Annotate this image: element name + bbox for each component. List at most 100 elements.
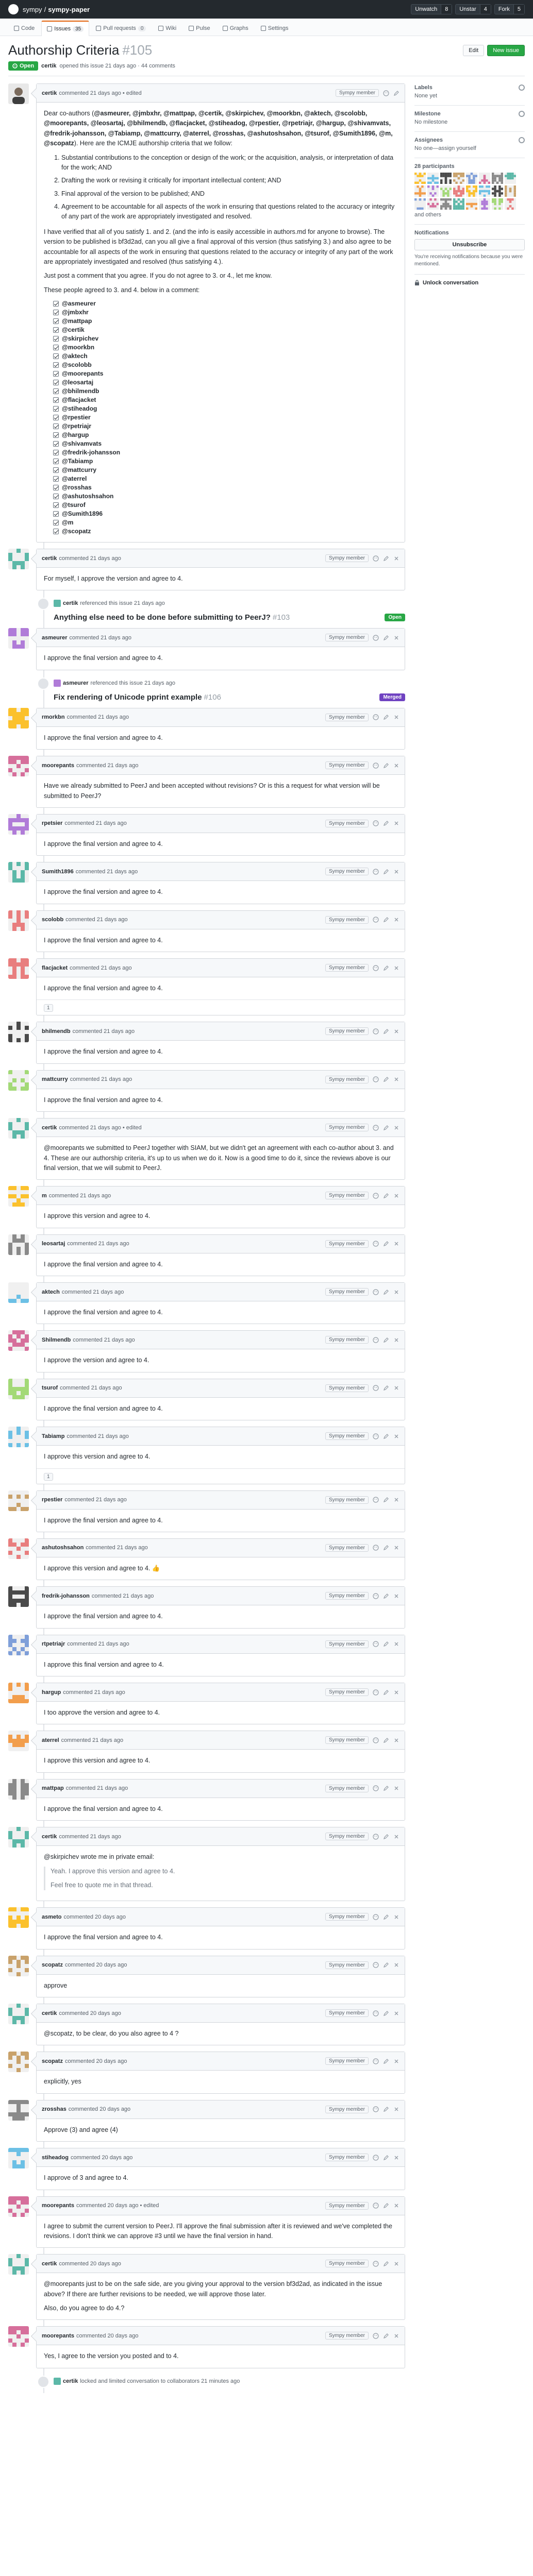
comment-author[interactable]: rtpetriajr xyxy=(42,1641,65,1647)
avatar[interactable] xyxy=(8,814,29,835)
assignees-gear-icon[interactable] xyxy=(519,137,525,143)
avatar[interactable] xyxy=(8,1778,29,1800)
edit-pencil-icon[interactable] xyxy=(383,1593,389,1599)
checkbox-checked[interactable] xyxy=(53,397,59,403)
checkbox-checked[interactable] xyxy=(53,405,59,412)
delete-x-icon[interactable] xyxy=(393,1962,399,1968)
edit-pencil-icon[interactable] xyxy=(383,2202,389,2209)
comment-author[interactable]: hargup xyxy=(42,1689,61,1696)
edit-pencil-icon[interactable] xyxy=(383,965,389,971)
edit-pencil-icon[interactable] xyxy=(383,1962,389,1968)
checkbox-checked[interactable] xyxy=(53,335,59,342)
unsubscribe-button[interactable]: Unsubscribe xyxy=(414,239,525,250)
avatar[interactable] xyxy=(8,1731,29,1752)
participant-avatar[interactable] xyxy=(453,185,464,197)
comment-author[interactable]: bhilmendb xyxy=(42,1028,71,1035)
add-reaction-icon[interactable] xyxy=(373,1962,379,1968)
avatar[interactable] xyxy=(8,1378,29,1399)
checkbox-checked[interactable] xyxy=(53,423,59,429)
add-reaction-icon[interactable] xyxy=(373,1193,379,1199)
checkbox-checked[interactable] xyxy=(53,414,59,420)
labels-gear-icon[interactable] xyxy=(519,84,525,91)
add-reaction-icon[interactable] xyxy=(373,1028,379,1035)
edit-title-button[interactable]: Edit xyxy=(463,44,485,56)
checkbox-checked[interactable] xyxy=(53,519,59,526)
checkbox-checked[interactable] xyxy=(53,300,59,307)
comment-author[interactable]: moorepants xyxy=(42,762,74,769)
delete-x-icon[interactable] xyxy=(393,1193,399,1199)
comment-author[interactable]: fredrik-johansson xyxy=(42,1593,90,1599)
add-reaction-icon[interactable] xyxy=(373,1076,379,1082)
add-reaction-icon[interactable] xyxy=(373,820,379,826)
delete-x-icon[interactable] xyxy=(393,1241,399,1247)
avatar[interactable] xyxy=(8,2004,29,2024)
edit-pencil-icon[interactable] xyxy=(383,635,389,641)
delete-x-icon[interactable] xyxy=(393,1337,399,1343)
participant-avatar[interactable] xyxy=(479,198,490,210)
checkbox-checked[interactable] xyxy=(53,476,59,482)
add-reaction-icon[interactable] xyxy=(373,2106,379,2112)
comment-author[interactable]: scolobb xyxy=(42,917,63,923)
checkbox-checked[interactable] xyxy=(53,449,59,455)
add-reaction-icon[interactable] xyxy=(373,1337,379,1343)
comment-author[interactable]: leosartaj xyxy=(42,1241,65,1247)
delete-x-icon[interactable] xyxy=(393,1545,399,1551)
tab-pulse[interactable]: Pulse xyxy=(183,21,216,36)
avatar[interactable] xyxy=(8,1330,29,1351)
avatar[interactable] xyxy=(8,1827,29,1848)
tab-wiki[interactable]: Wiki xyxy=(153,21,182,36)
add-reaction-icon[interactable] xyxy=(373,2058,379,2064)
avatar[interactable] xyxy=(8,707,29,728)
edit-pencil-icon[interactable] xyxy=(383,1914,389,1920)
delete-x-icon[interactable] xyxy=(393,1497,399,1503)
edit-pencil-icon[interactable] xyxy=(383,1689,389,1696)
edit-pencil-icon[interactable] xyxy=(393,90,399,96)
participant-avatar[interactable] xyxy=(414,198,426,210)
checkbox-checked[interactable] xyxy=(53,353,59,359)
actor-avatar[interactable] xyxy=(54,2377,61,2385)
edit-pencil-icon[interactable] xyxy=(383,2106,389,2112)
add-reaction-icon[interactable] xyxy=(373,2202,379,2209)
tab-pull-requests[interactable]: Pull requests 0 xyxy=(90,21,152,36)
participant-avatar[interactable] xyxy=(466,185,477,197)
actor-avatar[interactable] xyxy=(54,600,61,607)
add-reaction-icon[interactable] xyxy=(373,1433,379,1439)
add-reaction-icon[interactable] xyxy=(373,2333,379,2339)
comment-author[interactable]: scopatz xyxy=(42,2058,63,2064)
avatar[interactable] xyxy=(8,549,29,569)
add-reaction-icon[interactable] xyxy=(373,2155,379,2161)
avatar[interactable] xyxy=(8,2052,29,2073)
avatar[interactable] xyxy=(8,1022,29,1043)
comment-author[interactable]: zrosshas xyxy=(42,2106,66,2112)
participant-avatar[interactable] xyxy=(453,173,464,184)
referenced-issue[interactable]: Fix rendering of Unicode pprint example #… xyxy=(36,693,405,702)
delete-x-icon[interactable] xyxy=(393,917,399,923)
delete-x-icon[interactable] xyxy=(393,762,399,769)
avatar[interactable] xyxy=(8,1634,29,1655)
issue-author[interactable]: certik xyxy=(41,63,56,69)
edit-pencil-icon[interactable] xyxy=(383,1193,389,1199)
github-logo-icon[interactable] xyxy=(8,4,19,14)
delete-x-icon[interactable] xyxy=(393,1689,399,1696)
comment-author[interactable]: aterrel xyxy=(42,1737,59,1743)
checkbox-checked[interactable] xyxy=(53,467,59,473)
delete-x-icon[interactable] xyxy=(393,1385,399,1391)
add-reaction-icon[interactable] xyxy=(373,1497,379,1503)
checkbox-checked[interactable] xyxy=(53,511,59,517)
add-reaction-icon[interactable] xyxy=(373,1737,379,1743)
add-reaction-icon[interactable] xyxy=(373,869,379,875)
add-reaction-icon[interactable] xyxy=(373,2261,379,2267)
checkbox-checked[interactable] xyxy=(53,493,59,499)
comment-author[interactable]: Tabiamp xyxy=(42,1433,64,1439)
edit-pencil-icon[interactable] xyxy=(383,1834,389,1840)
add-reaction-icon[interactable] xyxy=(383,90,389,96)
edit-pencil-icon[interactable] xyxy=(383,1433,389,1439)
avatar[interactable] xyxy=(8,958,29,979)
avatar[interactable] xyxy=(8,1490,29,1511)
edit-pencil-icon[interactable] xyxy=(383,917,389,923)
delete-x-icon[interactable] xyxy=(393,635,399,641)
event-actor[interactable]: certik xyxy=(63,2378,78,2384)
delete-x-icon[interactable] xyxy=(393,2106,399,2112)
edit-pencil-icon[interactable] xyxy=(383,1545,389,1551)
avatar[interactable] xyxy=(8,910,29,931)
